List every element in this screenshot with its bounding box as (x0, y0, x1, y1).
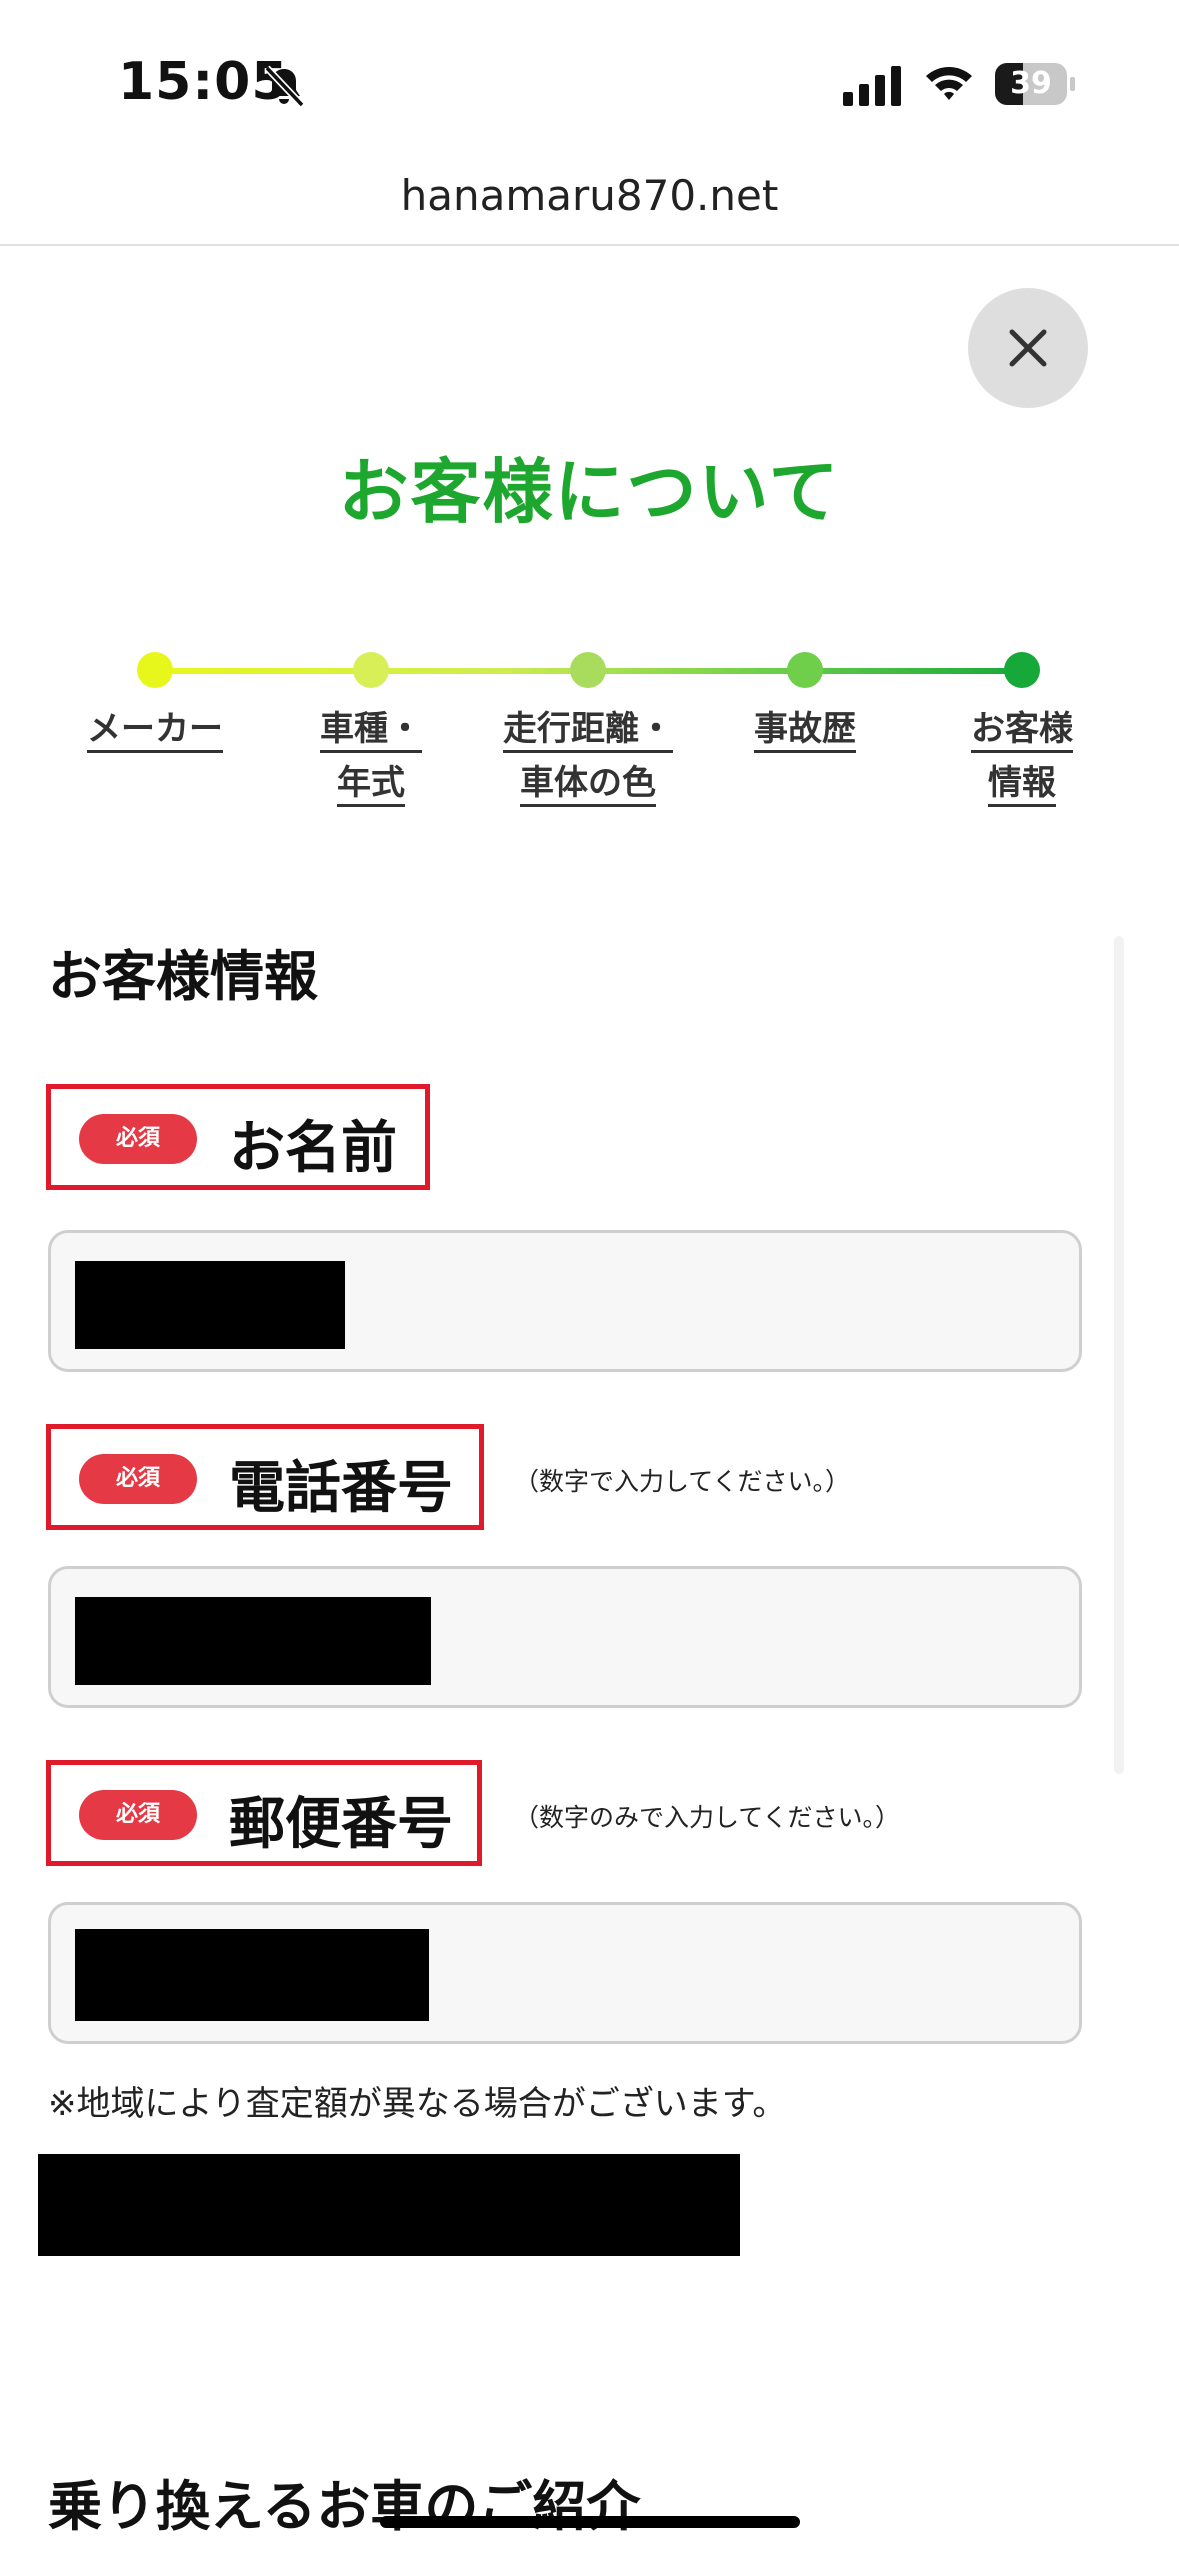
home-indicator[interactable] (380, 2516, 800, 2528)
step-label: 車種・ 年式 (320, 709, 422, 803)
status-bar: 15:05 39 (0, 0, 1179, 160)
required-badge: 必須 (79, 1454, 197, 1504)
assessment-notice: ※地域により査定額が異なる場合がございます。 (48, 2084, 787, 2124)
name-label-group: 必須 お名前 (46, 1084, 430, 1190)
wifi-icon (924, 62, 974, 106)
redacted-value (75, 1929, 429, 2021)
name-label: お名前 (229, 1116, 397, 1181)
close-icon (1009, 329, 1047, 367)
zip-label-group: 必須 郵便番号 (46, 1760, 482, 1866)
phone-input[interactable] (48, 1566, 1082, 1708)
zip-label: 郵便番号 (229, 1792, 453, 1857)
step-label: 事故歴 (754, 709, 856, 749)
battery-indicator: 39 (995, 63, 1075, 105)
step-label: 走行距離・ 車体の色 (503, 709, 673, 803)
step-label: メーカー (87, 709, 223, 749)
step-dot (787, 652, 823, 688)
step-dot (1004, 652, 1040, 688)
phone-label-group: 必須 電話番号 (46, 1424, 484, 1530)
phone-note: （数字で入力してください。） (514, 1467, 851, 1496)
bell-slash-icon (262, 64, 306, 108)
battery-level: 39 (1010, 66, 1052, 101)
address-bar[interactable]: hanamaru870.net (0, 160, 1179, 246)
step-dot (353, 652, 389, 688)
step-dot (137, 652, 173, 688)
next-section-heading: 乗り換えるお車のご紹介 (48, 2475, 641, 2538)
required-badge: 必須 (79, 1114, 197, 1164)
required-badge: 必須 (79, 1790, 197, 1840)
section-heading: お客様情報 (48, 945, 318, 1008)
progress-stepper: メーカー 車種・ 年式 走行距離・ 車体の色 事故歴 お客様 情報 (0, 620, 1179, 820)
step-label: お客様 情報 (971, 709, 1073, 803)
page-title: お客様について (338, 451, 841, 533)
url-text: hanamaru870.net (400, 171, 779, 220)
step-dot (570, 652, 606, 688)
zip-input[interactable] (48, 1902, 1082, 2044)
redacted-block (38, 2154, 740, 2256)
redacted-value (75, 1597, 431, 1685)
zip-note: （数字のみで入力してください。） (514, 1803, 901, 1832)
cellular-signal-icon (843, 66, 905, 106)
name-input[interactable] (48, 1230, 1082, 1372)
phone-label: 電話番号 (229, 1456, 453, 1521)
close-button[interactable] (968, 288, 1088, 408)
redacted-value (75, 1261, 345, 1349)
scrollbar[interactable] (1114, 936, 1124, 1774)
